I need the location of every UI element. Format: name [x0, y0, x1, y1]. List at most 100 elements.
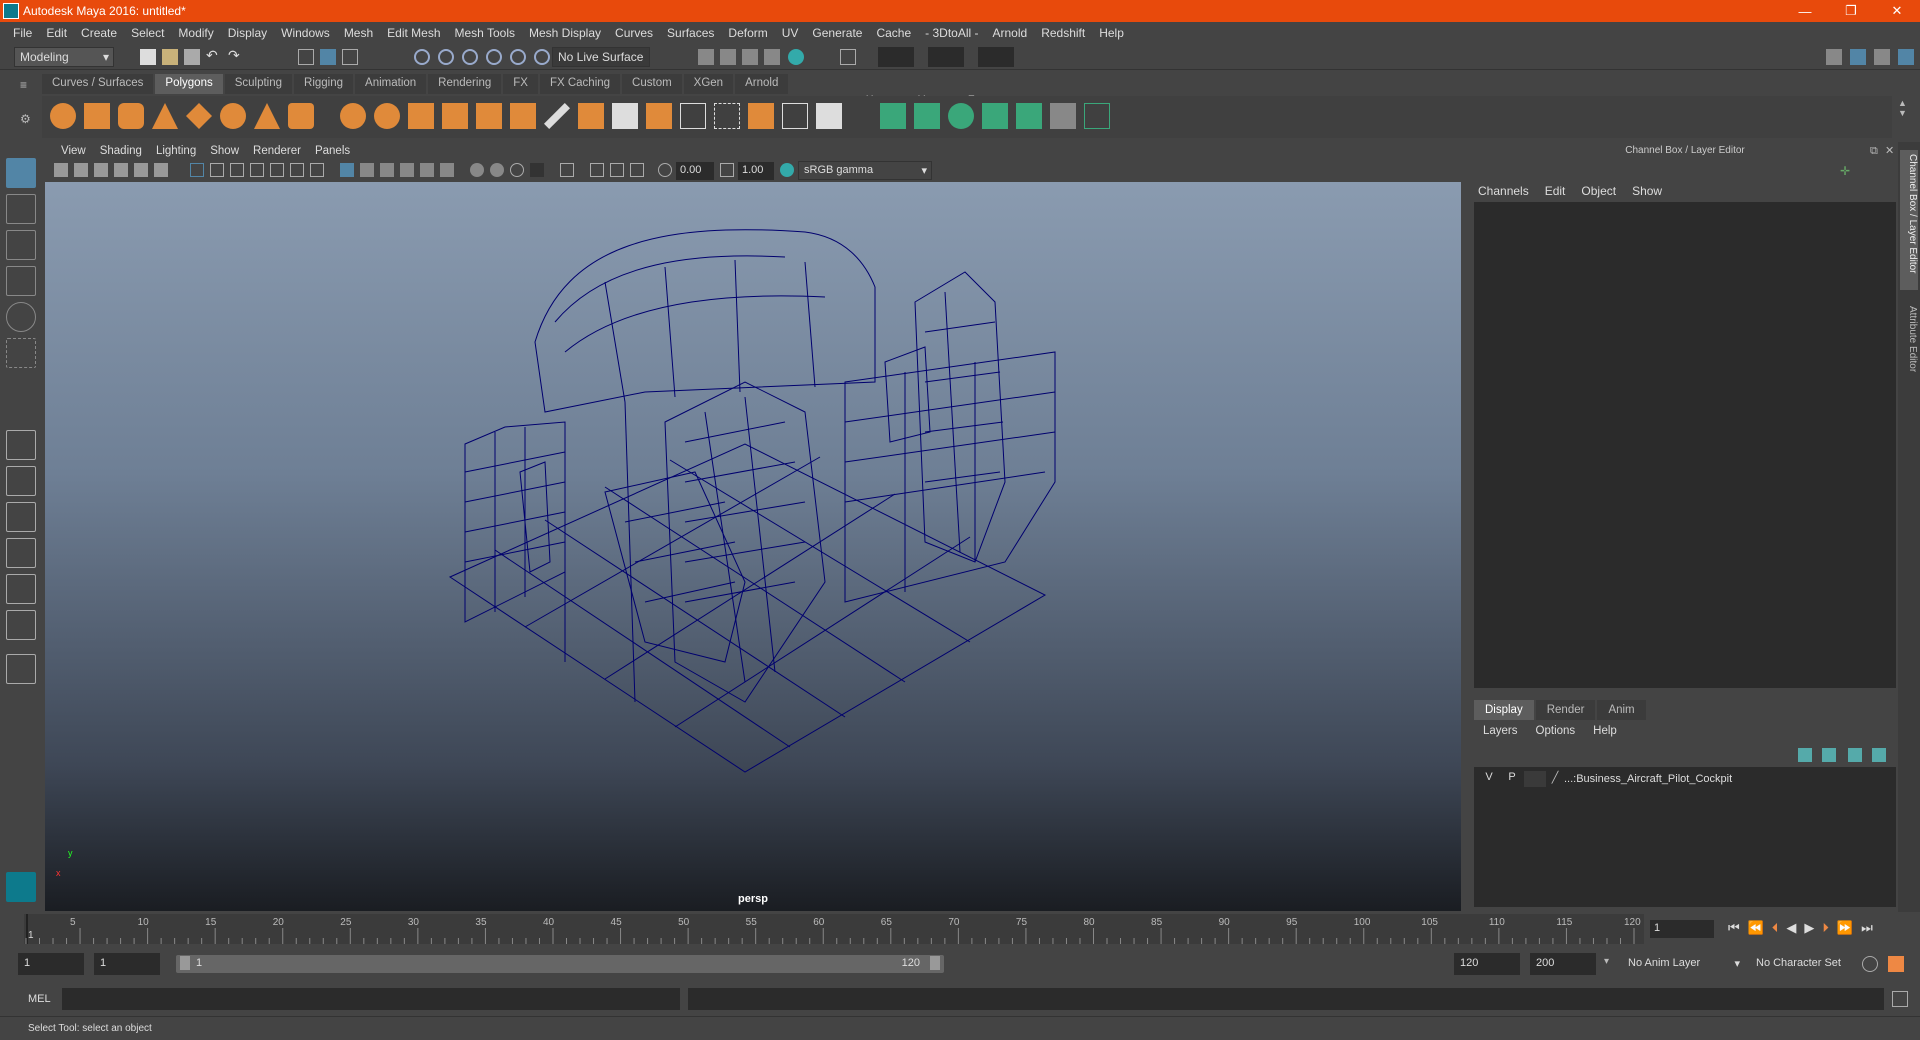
fill-hole-icon[interactable]: [816, 103, 842, 129]
shelf-tab-xgen[interactable]: XGen: [683, 74, 734, 94]
wireframe-on-shaded-icon[interactable]: [380, 163, 394, 177]
snap-curve-icon[interactable]: [438, 49, 454, 65]
safe-action-icon[interactable]: [290, 163, 304, 177]
xray-icon[interactable]: [590, 163, 604, 177]
automatic-mapping-icon[interactable]: [982, 103, 1008, 129]
attribute-editor-toggle-icon[interactable]: [1850, 49, 1866, 65]
auto-key-icon[interactable]: [1862, 956, 1878, 972]
move-layer-up-icon[interactable]: [1798, 748, 1812, 762]
menu-file[interactable]: File: [6, 26, 39, 40]
play-backward-icon[interactable]: ◀: [1786, 920, 1796, 936]
go-to-start-icon[interactable]: ⏮: [1728, 920, 1740, 936]
menu-curves[interactable]: Curves: [608, 26, 660, 40]
animation-start-field[interactable]: 1: [18, 953, 84, 975]
shelf-tab-polygons[interactable]: Polygons: [155, 74, 223, 94]
shadows-icon[interactable]: [440, 163, 454, 177]
viewport-3d-canvas[interactable]: [45, 182, 1461, 911]
four-view-layout-icon[interactable]: [6, 466, 36, 496]
move-layer-down-icon[interactable]: [1822, 748, 1836, 762]
tool-settings-toggle-icon[interactable]: [1874, 49, 1890, 65]
shelf-scroll-icon[interactable]: ▲ ▼: [1898, 98, 1907, 118]
shelf-tab-custom[interactable]: Custom: [622, 74, 682, 94]
minimize-button[interactable]: —: [1782, 0, 1828, 22]
shelf-tab-arnold[interactable]: Arnold: [735, 74, 789, 94]
snap-surface-icon[interactable]: [510, 49, 526, 65]
select-by-object-icon[interactable]: [320, 49, 336, 65]
image-plane-icon[interactable]: [114, 163, 128, 177]
viewport-menu-show[interactable]: Show: [203, 145, 246, 157]
side-tab-attribute-editor[interactable]: Attribute Editor: [1900, 302, 1918, 402]
gamma-icon[interactable]: [720, 163, 734, 177]
poly-cube-icon[interactable]: [84, 103, 110, 129]
screen-space-ao-icon[interactable]: [470, 163, 484, 177]
planar-mapping-icon[interactable]: [880, 103, 906, 129]
go-to-end-icon[interactable]: ⏭: [1861, 920, 1873, 936]
layer-tab-render[interactable]: Render: [1535, 700, 1596, 720]
render-settings-icon[interactable]: [764, 49, 780, 65]
chevron-down-icon[interactable]: ▾: [1604, 956, 1609, 967]
menu-mesh-tools[interactable]: Mesh Tools: [448, 26, 522, 40]
custom-layout-icon[interactable]: [6, 654, 36, 684]
snap-view-plane-icon[interactable]: [486, 49, 502, 65]
scale-tool-icon[interactable]: [6, 338, 36, 368]
persp-outliner-layout-icon[interactable]: [6, 502, 36, 532]
xray-joints-icon[interactable]: [630, 163, 644, 177]
extrude-icon[interactable]: [510, 103, 536, 129]
viewport-menu-shading[interactable]: Shading: [93, 145, 149, 157]
append-polygon-icon[interactable]: [782, 103, 808, 129]
combine-icon[interactable]: [340, 103, 366, 129]
target-weld-icon[interactable]: [646, 103, 672, 129]
hypershade-icon[interactable]: [788, 49, 804, 65]
hypershade-persp-layout-icon[interactable]: [6, 574, 36, 604]
close-panel-icon[interactable]: ✕: [1885, 144, 1894, 157]
menu-redshift[interactable]: Redshift: [1034, 26, 1092, 40]
depth-of-field-icon[interactable]: [530, 163, 544, 177]
isolate-select-icon[interactable]: [560, 163, 574, 177]
channel-box-menu-channels[interactable]: Channels: [1470, 182, 1537, 202]
step-back-key-icon[interactable]: ⏪: [1748, 920, 1764, 936]
undo-icon[interactable]: ↶: [206, 47, 222, 63]
shelf-tab-rigging[interactable]: Rigging: [294, 74, 354, 94]
layer-display-type[interactable]: [1524, 771, 1546, 787]
command-language-label[interactable]: MEL: [28, 993, 51, 1005]
menu-help[interactable]: Help: [1092, 26, 1131, 40]
poly-sphere-icon[interactable]: [50, 103, 76, 129]
motion-blur-icon[interactable]: [490, 163, 504, 177]
exposure-icon[interactable]: [658, 163, 672, 177]
snap-grid-icon[interactable]: [414, 49, 430, 65]
layer-visibility-toggle[interactable]: V: [1478, 771, 1500, 787]
viewport-menu-lighting[interactable]: Lighting: [149, 145, 203, 157]
current-frame-field[interactable]: 1: [1650, 920, 1714, 938]
close-button[interactable]: ✕: [1874, 0, 1920, 22]
channel-box-area[interactable]: [1474, 202, 1896, 688]
two-d-pan-zoom-icon[interactable]: [134, 163, 148, 177]
layer-row[interactable]: V P ╱ ...:Business_Aircraft_Pilot_Cockpi…: [1474, 770, 1894, 788]
maximize-button[interactable]: ❐: [1828, 0, 1874, 22]
step-forward-frame-icon[interactable]: ⏵: [1822, 920, 1829, 936]
playback-end-field[interactable]: 120: [1454, 953, 1520, 975]
wireframe-icon[interactable]: [340, 163, 354, 177]
character-set-select[interactable]: No Character Set: [1750, 953, 1868, 975]
field-chart-icon[interactable]: [270, 163, 284, 177]
separate-icon[interactable]: [374, 103, 400, 129]
viewport-menu-panels[interactable]: Panels: [308, 145, 357, 157]
mirror-icon[interactable]: [408, 103, 434, 129]
channel-box-toggle-icon[interactable]: [1898, 49, 1914, 65]
poly-pipe-icon[interactable]: [288, 103, 314, 129]
shelf-menu-icon[interactable]: ≡: [20, 78, 34, 92]
poly-cylinder-icon[interactable]: [118, 103, 144, 129]
channel-box-menu-edit[interactable]: Edit: [1537, 182, 1574, 202]
script-editor-icon[interactable]: [1892, 991, 1908, 1007]
lasso-tool-icon[interactable]: [6, 194, 36, 224]
boolean-icon[interactable]: [476, 103, 502, 129]
mode-select[interactable]: Modeling ▾: [14, 47, 114, 67]
bookmarks-icon[interactable]: [94, 163, 108, 177]
menu-mesh-display[interactable]: Mesh Display: [522, 26, 608, 40]
grid-icon[interactable]: [190, 163, 204, 177]
anim-layer-select[interactable]: No Anim Layer ▾: [1622, 953, 1740, 975]
move-tool-icon[interactable]: [6, 266, 36, 296]
xray-active-components-icon[interactable]: [610, 163, 624, 177]
color-space-select[interactable]: sRGB gamma ▾: [798, 161, 932, 180]
ipr-render-icon[interactable]: [742, 49, 758, 65]
layer-menu-options[interactable]: Options: [1527, 723, 1585, 739]
